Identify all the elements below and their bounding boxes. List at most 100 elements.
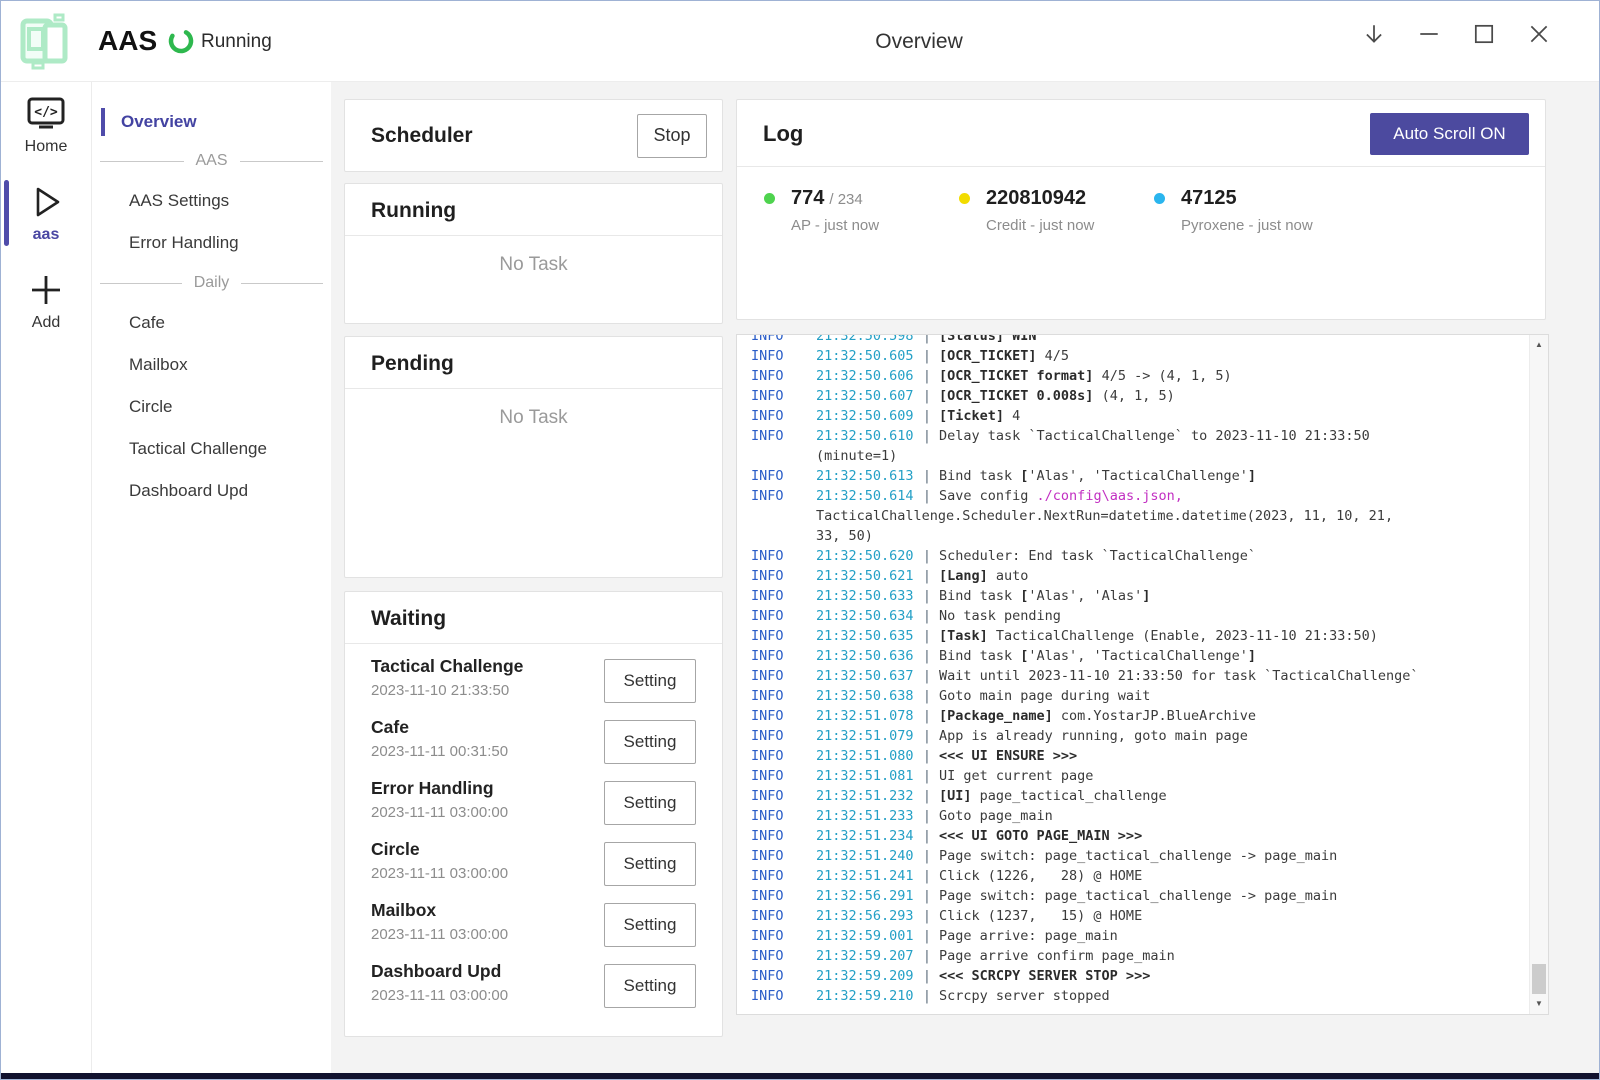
maximize-button[interactable] [1461,11,1507,57]
task-setting-button[interactable]: Setting [604,781,696,825]
log-segment: [UI] [939,788,972,804]
task-setting-button[interactable]: Setting [604,964,696,1008]
log-separator: | [915,926,939,946]
log-timestamp: 21:32:51.241 [816,866,915,886]
log-message: [Task] TacticalChallenge (Enable, 2023-1… [939,626,1524,646]
running-empty-text: No Task [345,254,722,276]
scroll-up-arrow-icon[interactable]: ▲ [1530,337,1548,353]
sidebar-item-label: Error Handling [129,233,239,252]
plus-icon [28,272,64,308]
log-segment: <<< UI ENSURE >>> [939,748,1077,764]
log-timestamp: 21:32:50.637 [816,666,915,686]
log-segment: [Lang] [939,568,988,584]
log-separator: | [915,846,939,866]
task-setting-button[interactable]: Setting [604,659,696,703]
nav-rail-home[interactable]: </> Home [1,82,91,170]
download-arrow-button[interactable] [1351,11,1397,57]
stat-label: Credit - just now [986,217,1094,234]
log-message: Page switch: page_tactical_challenge -> … [939,846,1524,866]
waiting-task-row: Tactical Challenge2023-11-10 21:33:50Set… [345,650,722,711]
waiting-task-list: Tactical Challenge2023-11-10 21:33:50Set… [345,644,722,1016]
sidebar-item-label: AAS Settings [129,191,229,210]
log-level: INFO [751,746,816,766]
log-level: INFO [751,766,816,786]
minimize-button[interactable] [1406,11,1452,57]
log-separator: | [915,386,939,406]
log-segment: 33, 50) [816,528,873,544]
sidebar-item-mailbox[interactable]: Mailbox [92,344,331,386]
sidebar-section-label: Daily [182,274,242,292]
log-segment: UI get current page [939,768,1093,784]
sidebar-item-circle[interactable]: Circle [92,386,331,428]
log-segment: [Task] [939,628,988,644]
stat-texts: 774/ 234AP - just now [791,187,879,234]
log-separator: | [915,746,939,766]
log-line: INFO21:32:50.598|[Status] WIN [751,334,1524,346]
log-segment: Bind task [939,468,1020,484]
log-line: INFO21:32:51.241|Click (1226, 28) @ HOME [751,866,1524,886]
log-segment: [OCR_TICKET 0.008s] [939,388,1093,404]
log-output-box[interactable]: INFO21:32:50.598|[Status] WININFO21:32:5… [736,334,1549,1015]
log-separator: | [915,334,939,346]
log-message: [Status] WIN [939,334,1524,346]
log-line: INFO21:32:56.291|Page switch: page_tacti… [751,886,1524,906]
scheduler-stop-button[interactable]: Stop [637,114,707,158]
log-segment: 'Alas', 'TacticalChallenge' [1028,468,1247,484]
log-segment: Page arrive confirm page_main [939,948,1175,964]
log-level: INFO [751,806,816,826]
log-timestamp: 21:32:59.001 [816,926,915,946]
log-message: UI get current page [939,766,1524,786]
sidebar-item-dashboard-upd[interactable]: Dashboard Upd [92,470,331,512]
sidebar-item-overview[interactable]: Overview [92,102,331,142]
log-timestamp: 21:32:50.638 [816,686,915,706]
scrollbar-thumb[interactable] [1532,964,1546,994]
log-segment: Delay task `TacticalChallenge` to 2023-1… [939,428,1370,444]
log-level: INFO [751,546,816,566]
sidebar-item-aas-settings[interactable]: AAS Settings [92,180,331,222]
log-message: [OCR_TICKET format] 4/5 -> (4, 1, 5) [939,366,1524,386]
log-line: INFO21:32:50.637|Wait until 2023-11-10 2… [751,666,1524,686]
log-message: Page arrive: page_main [939,926,1524,946]
close-button[interactable] [1516,11,1562,57]
nav-rail-aas[interactable]: aas [1,170,91,258]
log-segment: 4/5 [1037,348,1070,364]
maximize-icon [1472,22,1496,46]
auto-scroll-toggle-button[interactable]: Auto Scroll ON [1370,113,1529,155]
log-message: App is already running, goto main page [939,726,1524,746]
active-indicator [4,180,9,246]
log-segment: [Package_name] [939,708,1053,724]
log-message: Save config ./config\aas.json, [939,486,1524,506]
log-segment: Bind task [939,648,1020,664]
sidebar-item-error-handling[interactable]: Error Handling [92,222,331,264]
log-timestamp: 21:32:50.607 [816,386,915,406]
log-segment: 4 [1004,408,1020,424]
log-line: INFO21:32:56.293|Click (1237, 15) @ HOME [751,906,1524,926]
log-scrollbar[interactable]: ▲ ▼ [1529,335,1548,1014]
divider [345,235,722,236]
nav-rail-aas-label: aas [1,226,91,244]
sidebar-section-label: AAS [184,152,240,170]
log-segment: ] [1248,648,1256,664]
log-line: INFO21:32:50.633|Bind task ['Alas', 'Ala… [751,586,1524,606]
log-level: INFO [751,986,816,1006]
nav-rail-add[interactable]: Add [1,258,91,346]
scroll-down-arrow-icon[interactable]: ▼ [1530,996,1548,1012]
sidebar-item-cafe[interactable]: Cafe [92,302,331,344]
page-title: Overview [875,1,963,81]
log-level: INFO [751,906,816,926]
stat-group: 47125Pyroxene - just now [1154,187,1349,234]
log-line: INFO21:32:51.078|[Package_name] com.Yost… [751,706,1524,726]
task-setting-button[interactable]: Setting [604,842,696,886]
log-segment: Bind task [939,588,1020,604]
log-message: Page switch: page_tactical_challenge -> … [939,886,1524,906]
log-timestamp: 21:32:56.293 [816,906,915,926]
sidebar-item-tactical-challenge[interactable]: Tactical Challenge [92,428,331,470]
task-setting-button[interactable]: Setting [604,903,696,947]
log-segment: (minute=1) [816,448,897,464]
waiting-title: Waiting [371,607,722,631]
log-level: INFO [751,886,816,906]
log-line: (minute=1) [751,446,1524,466]
task-setting-button[interactable]: Setting [604,720,696,764]
log-segment: auto [988,568,1029,584]
stat-label: Pyroxene - just now [1181,217,1313,234]
